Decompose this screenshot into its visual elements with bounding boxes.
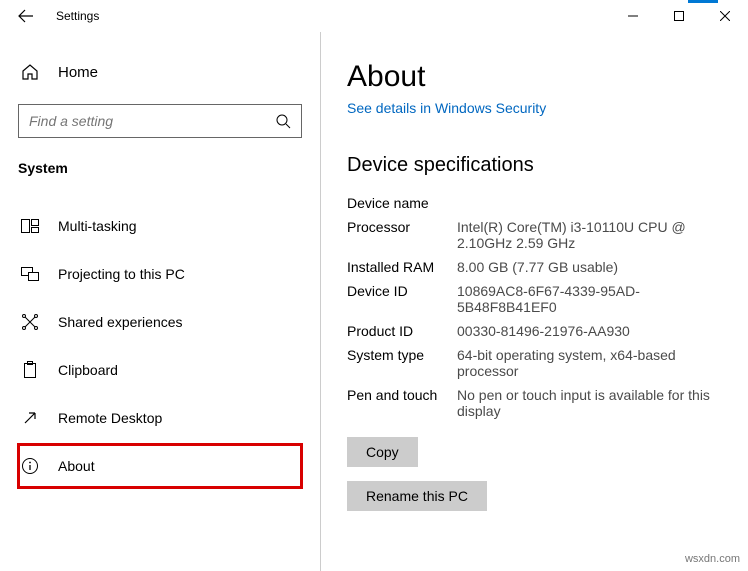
sidebar-item-label: Clipboard [58, 362, 118, 378]
home-label: Home [58, 64, 98, 81]
minimize-button[interactable] [610, 1, 656, 31]
spec-device-id: Device ID 10869AC8-6F67-4339-95AD-5B48F8… [347, 279, 730, 319]
rename-pc-button[interactable]: Rename this PC [347, 481, 487, 511]
multitasking-icon [20, 216, 40, 236]
spec-label: Processor [347, 219, 457, 251]
search-input[interactable] [29, 113, 275, 129]
sidebar-item-label: Projecting to this PC [58, 266, 185, 282]
about-icon [20, 456, 40, 476]
spec-value: 8.00 GB (7.77 GB usable) [457, 259, 730, 275]
window-controls [610, 1, 748, 31]
content-pane: About See details in Windows Security De… [320, 32, 748, 571]
sidebar-item-about[interactable]: About [18, 444, 302, 488]
sidebar-item-label: Shared experiences [58, 314, 183, 330]
sidebar-item-multitasking[interactable]: Multi-tasking [18, 204, 302, 248]
sidebar-item-clipboard[interactable]: Clipboard [18, 348, 302, 392]
page-title: About [347, 60, 730, 94]
spec-value: Intel(R) Core(TM) i3-10110U CPU @ 2.10GH… [457, 219, 730, 251]
spec-product-id: Product ID 00330-81496-21976-AA930 [347, 319, 730, 343]
home-icon [20, 62, 40, 82]
remote-desktop-icon [20, 408, 40, 428]
spec-value: 64-bit operating system, x64-based proce… [457, 347, 730, 379]
spec-label: Product ID [347, 323, 457, 339]
spec-pen-touch: Pen and touch No pen or touch input is a… [347, 383, 730, 423]
clipboard-icon [20, 360, 40, 380]
sidebar-item-label: Remote Desktop [58, 410, 162, 426]
sidebar-item-label: About [58, 458, 95, 474]
search-box[interactable] [18, 104, 302, 138]
watermark: wsxdn.com [685, 553, 740, 565]
spec-value: No pen or touch input is available for t… [457, 387, 730, 419]
maximize-icon [674, 11, 684, 21]
back-button[interactable] [14, 4, 38, 28]
spec-label: System type [347, 347, 457, 379]
device-specs-list: Device name Processor Intel(R) Core(TM) … [347, 191, 730, 423]
maximize-button[interactable] [656, 1, 702, 31]
sidebar-item-remote-desktop[interactable]: Remote Desktop [18, 396, 302, 440]
spec-value [457, 195, 730, 211]
section-heading: System [18, 160, 302, 176]
titlebar: Settings [0, 0, 748, 32]
device-specs-heading: Device specifications [347, 154, 730, 177]
window-title: Settings [56, 9, 99, 23]
home-nav[interactable]: Home [20, 62, 302, 82]
windows-security-link[interactable]: See details in Windows Security [347, 100, 730, 116]
sidebar-item-shared-experiences[interactable]: Shared experiences [18, 300, 302, 344]
sidebar-item-label: Multi-tasking [58, 218, 137, 234]
minimize-icon [628, 11, 638, 21]
spec-ram: Installed RAM 8.00 GB (7.77 GB usable) [347, 255, 730, 279]
sidebar-item-projecting[interactable]: Projecting to this PC [18, 252, 302, 296]
spec-system-type: System type 64-bit operating system, x64… [347, 343, 730, 383]
sidebar: Home System Multi-tasking Projecting to … [0, 32, 320, 571]
spec-label: Device name [347, 195, 457, 211]
search-icon [275, 113, 291, 129]
projecting-icon [20, 264, 40, 284]
spec-device-name: Device name [347, 191, 730, 215]
app-body: Home System Multi-tasking Projecting to … [0, 32, 748, 571]
spec-processor: Processor Intel(R) Core(TM) i3-10110U CP… [347, 215, 730, 255]
arrow-left-icon [18, 8, 34, 24]
close-button[interactable] [702, 1, 748, 31]
copy-button[interactable]: Copy [347, 437, 418, 467]
spec-label: Device ID [347, 283, 457, 315]
close-icon [720, 11, 730, 21]
spec-value: 00330-81496-21976-AA930 [457, 323, 730, 339]
spec-label: Pen and touch [347, 387, 457, 419]
spec-value: 10869AC8-6F67-4339-95AD-5B48F8B41EF0 [457, 283, 730, 315]
shared-experiences-icon [20, 312, 40, 332]
spec-label: Installed RAM [347, 259, 457, 275]
